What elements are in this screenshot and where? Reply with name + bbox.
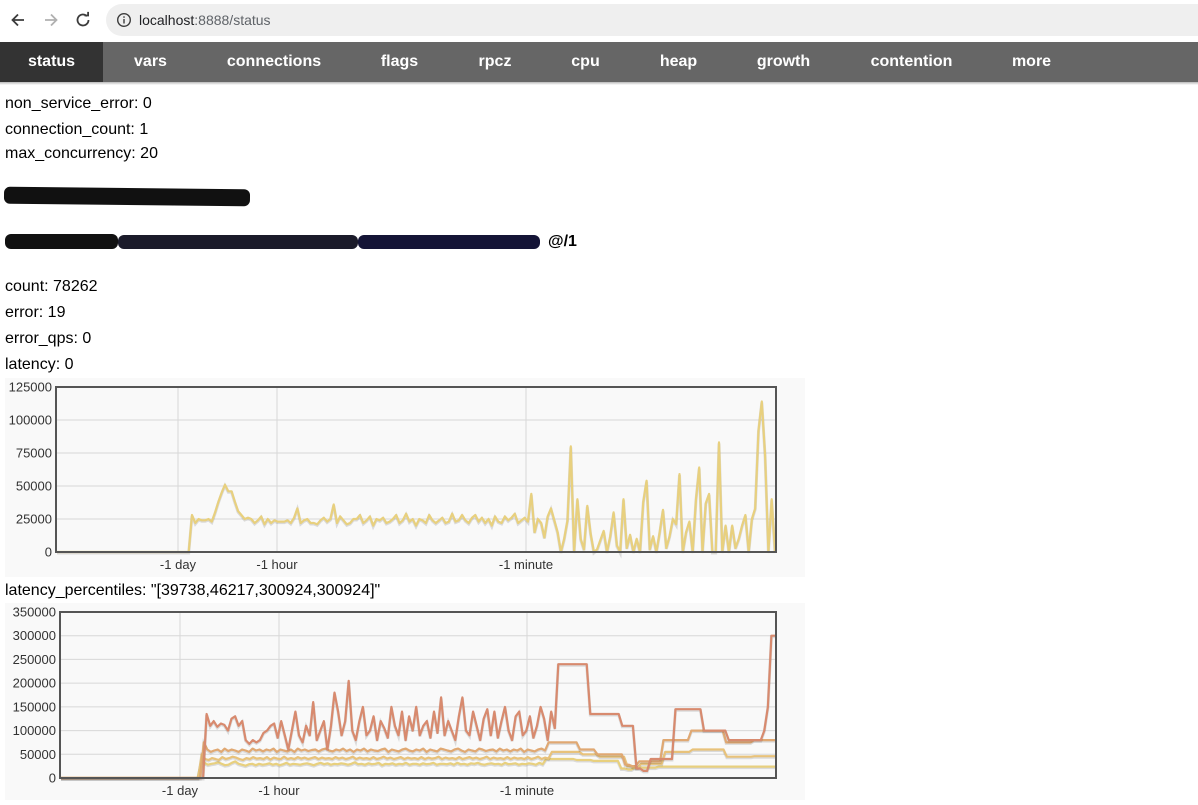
latency-percentiles-chart[interactable]: 0 50000 100000 150000 200000 250000 300000 3500… <box>5 603 805 800</box>
reload-button[interactable] <box>72 8 94 32</box>
latency-percentiles-text[interactable]: latency_percentiles: "[39738,46217,30092… <box>5 581 380 601</box>
nav-tab-bar: status vars connections flags rpcz cpu h… <box>0 42 1198 82</box>
url-host: localhost <box>139 12 195 28</box>
error-qps-text: error_qps: 0 <box>5 330 92 347</box>
back-button[interactable] <box>7 8 29 32</box>
y-tick-label: 125000 <box>9 380 52 395</box>
arrow-right-icon <box>45 13 58 27</box>
y-tick-label: 100000 <box>9 413 52 428</box>
latency-percentiles-chart-svg: 0 50000 100000 150000 200000 250000 300000 3500… <box>13 605 777 798</box>
y-tick-label: 300000 <box>13 628 56 643</box>
max-concurrency-text: max_concurrency: 20 <box>5 145 158 162</box>
non-service-error-text: non_service_error: 0 <box>5 95 152 112</box>
y-tick-label: 200000 <box>13 676 56 691</box>
tab-connections[interactable]: connections <box>198 42 350 82</box>
tab-bar-shadow <box>0 82 1198 85</box>
connection-count-text: connection_count: 1 <box>5 121 149 138</box>
x-tick-label: -1 day <box>160 557 197 572</box>
tab-heap[interactable]: heap <box>630 42 727 82</box>
y-tick-label: 50000 <box>20 747 56 762</box>
latency-chart[interactable]: 0 25000 50000 75000 100000 125000 -1 day -1 hou… <box>5 378 805 577</box>
latency-chart-svg: 0 25000 50000 75000 100000 125000 -1 day -1 hou… <box>9 380 777 572</box>
x-tick-label: -1 hour <box>256 557 298 572</box>
x-tick-label: -1 hour <box>258 783 300 798</box>
redacted-service-name <box>3 186 251 207</box>
tab-flags[interactable]: flags <box>350 42 449 82</box>
tab-growth[interactable]: growth <box>727 42 840 82</box>
y-tick-label: 50000 <box>16 479 52 494</box>
arrow-left-icon <box>11 13 24 27</box>
browser-toolbar: localhost:8888/status <box>0 0 1198 42</box>
tab-more[interactable]: more <box>983 42 1080 82</box>
y-tick-label: 0 <box>45 545 52 560</box>
latency-text[interactable]: latency: 0 <box>5 355 73 375</box>
info-icon[interactable] <box>116 12 132 28</box>
redacted-method-name <box>5 234 118 249</box>
y-tick-label: 25000 <box>16 512 52 527</box>
reload-icon <box>76 11 90 27</box>
redacted-request-type[interactable] <box>118 235 358 249</box>
y-tick-label: 75000 <box>16 446 52 461</box>
y-tick-label: 350000 <box>13 605 56 620</box>
x-tick-label: -1 day <box>162 783 199 798</box>
tab-rpcz[interactable]: rpcz <box>449 42 541 82</box>
method-max-concurrency: @/1 <box>548 233 577 250</box>
x-tick-label: -1 minute <box>500 783 554 798</box>
error-text: error: 19 <box>5 304 66 321</box>
tab-vars[interactable]: vars <box>103 42 198 82</box>
tab-cpu[interactable]: cpu <box>541 42 630 82</box>
y-tick-label: 150000 <box>13 699 56 714</box>
y-tick-label: 0 <box>49 771 56 786</box>
address-bar[interactable]: localhost:8888/status <box>106 4 1198 36</box>
url-path: :8888/status <box>194 12 271 28</box>
forward-button[interactable] <box>40 8 62 32</box>
tab-contention[interactable]: contention <box>840 42 983 82</box>
y-tick-label: 100000 <box>13 723 56 738</box>
count-text: count: 78262 <box>5 278 98 295</box>
url-text[interactable]: localhost:8888/status <box>139 12 271 28</box>
redacted-response-type[interactable] <box>358 235 540 249</box>
x-tick-label: -1 minute <box>499 557 553 572</box>
tab-status[interactable]: status <box>0 42 103 82</box>
y-tick-label: 250000 <box>13 652 56 667</box>
